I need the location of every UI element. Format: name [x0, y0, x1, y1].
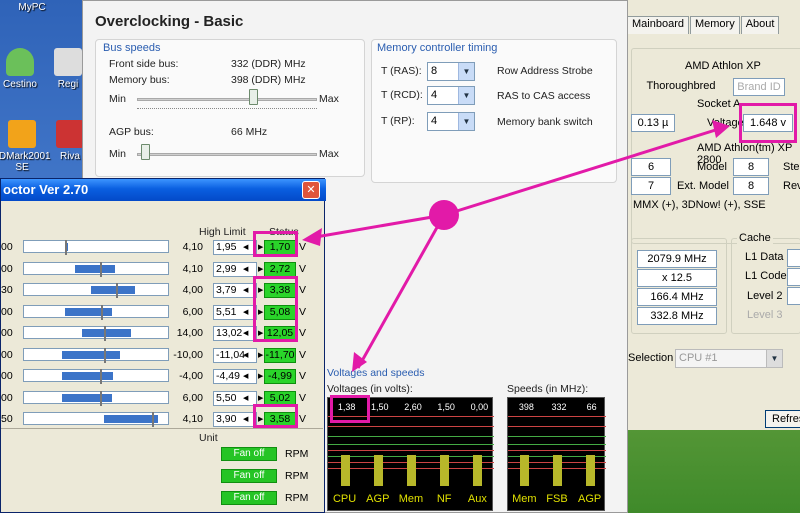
arrow-to-status: [309, 213, 445, 240]
arrow-origin-dot: [429, 200, 459, 230]
annotation-arrows: [302, 120, 730, 372]
arrow-to-cpuz-voltage: [443, 126, 723, 217]
arrowhead-cpuz-voltage: [712, 120, 730, 138]
arrow-to-cpu-voltage: [356, 214, 446, 369]
arrowhead-status: [302, 228, 322, 246]
